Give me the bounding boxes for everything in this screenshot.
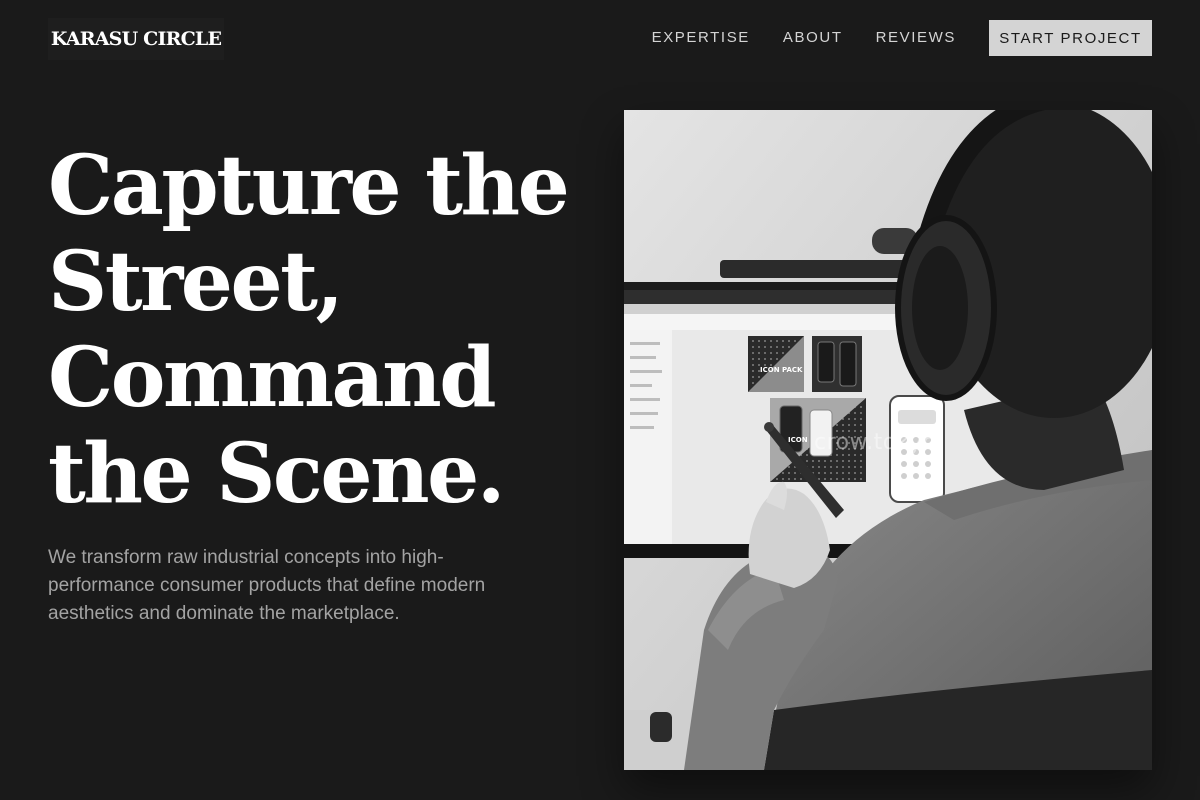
hero-headline: Capture the Street, Command the Scene.: [48, 138, 608, 522]
image-watermark: crow.tokyo: [814, 430, 937, 455]
brand-logo-text: KARASU CIRCLE: [50, 28, 222, 50]
hero-headline-line: Street,: [48, 234, 344, 330]
nav-link-reviews[interactable]: REVIEWS: [876, 28, 956, 48]
hero-headline-line: Capture the: [48, 138, 570, 234]
hero-photo: ICON PACK ICON LG: [624, 110, 1152, 770]
artboard-label: ICON PACK: [760, 366, 803, 374]
brand-logo[interactable]: KARASU CIRCLE: [48, 18, 224, 60]
start-project-button[interactable]: START PROJECT: [989, 20, 1152, 56]
nav-link-about[interactable]: ABOUT: [783, 28, 843, 48]
hero-subtitle: We transform raw industrial concepts int…: [48, 547, 486, 624]
nav-link-expertise[interactable]: EXPERTISE: [652, 28, 750, 48]
svg-text:ICON: ICON: [788, 436, 808, 444]
site-header: KARASU CIRCLE EXPERTISE ABOUT REVIEWS ST…: [0, 0, 1200, 76]
hero-headline-line: Command: [48, 330, 497, 426]
hero-headline-line: the Scene.: [48, 426, 505, 522]
main-nav: EXPERTISE ABOUT REVIEWS: [652, 28, 956, 48]
